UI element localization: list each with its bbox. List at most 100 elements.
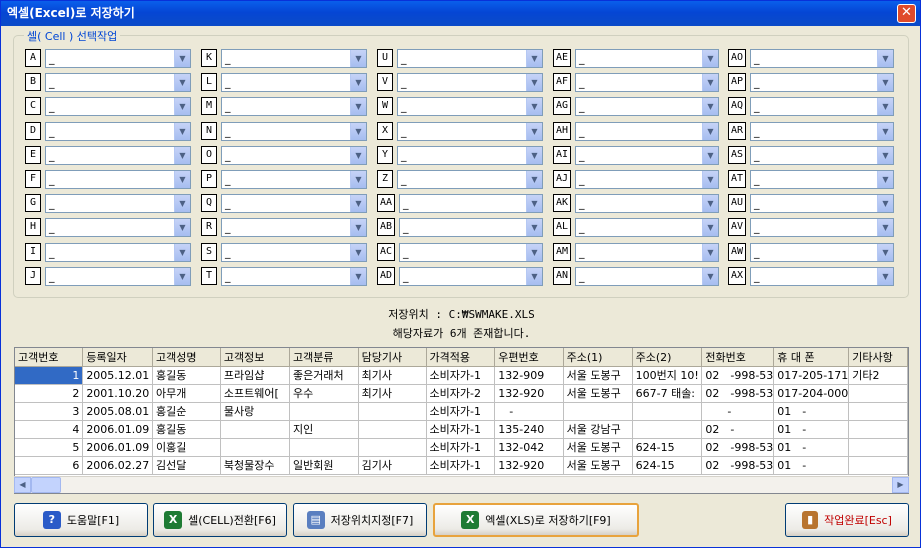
column-header[interactable]: 휴 대 폰 <box>773 348 850 367</box>
cell-combo-f[interactable]: _ ▼ <box>45 170 191 189</box>
table-cell[interactable]: 132-920 <box>494 456 564 475</box>
table-cell[interactable]: 이홍길 <box>152 438 221 457</box>
chevron-down-icon[interactable]: ▼ <box>702 243 718 261</box>
column-header[interactable]: 고객정보 <box>220 348 290 367</box>
table-cell[interactable]: 최기사 <box>358 366 427 385</box>
table-cell[interactable] <box>848 456 908 475</box>
cell-combo-a[interactable]: _ ▼ <box>45 49 191 68</box>
chevron-down-icon[interactable]: ▼ <box>877 98 893 116</box>
cell-combo-af[interactable]: _ ▼ <box>575 73 719 93</box>
table-cell[interactable]: 소비자가-1 <box>426 420 496 439</box>
chevron-down-icon[interactable]: ▼ <box>526 219 542 237</box>
cell-combo-aq[interactable]: _ ▼ <box>750 97 894 117</box>
column-header[interactable]: 고객성명 <box>152 348 221 367</box>
table-cell[interactable]: 02 -998-53 <box>701 366 775 385</box>
chevron-down-icon[interactable]: ▼ <box>350 122 366 140</box>
table-cell[interactable] <box>632 402 703 421</box>
cell-combo-u[interactable]: _ ▼ <box>397 49 543 68</box>
table-cell[interactable]: 홍길순 <box>152 402 221 421</box>
column-header[interactable]: 담당기사 <box>358 348 427 367</box>
table-cell[interactable]: 소비자가-1 <box>426 456 496 475</box>
chevron-down-icon[interactable]: ▼ <box>877 219 893 237</box>
chevron-down-icon[interactable]: ▼ <box>877 74 893 92</box>
cell-combo-o[interactable]: _ ▼ <box>221 145 367 165</box>
table-cell[interactable]: 2006.01.09 <box>82 420 154 439</box>
scroll-right-arrow-icon[interactable]: ▶ <box>892 477 909 493</box>
cell-combo-an[interactable]: _ ▼ <box>575 266 719 286</box>
cell-combo-ai[interactable]: _ ▼ <box>575 145 719 165</box>
cell-combo-q[interactable]: _ ▼ <box>221 194 367 214</box>
table-cell[interactable]: 02 - <box>701 420 775 439</box>
chevron-down-icon[interactable]: ▼ <box>526 195 542 213</box>
table-cell[interactable]: 017-205-171 <box>773 366 850 385</box>
chevron-down-icon[interactable]: ▼ <box>174 122 190 140</box>
table-cell[interactable]: 132-042 <box>494 438 564 457</box>
column-header[interactable]: 주소(1) <box>563 348 633 367</box>
table-cell[interactable]: 01 - <box>773 402 850 421</box>
chevron-down-icon[interactable]: ▼ <box>350 74 366 92</box>
cell-combo-h[interactable]: _ ▼ <box>45 218 191 238</box>
scroll-thumb[interactable] <box>31 477 61 493</box>
table-cell[interactable]: 01 - <box>773 438 850 457</box>
cell-combo-n[interactable]: _ ▼ <box>221 121 367 141</box>
cell-combo-r[interactable]: _ ▼ <box>221 218 367 238</box>
cell-combo-aw[interactable]: _ ▼ <box>750 242 894 262</box>
table-cell[interactable]: 김선달 <box>152 456 221 475</box>
column-header[interactable]: 고객번호 <box>15 348 84 367</box>
table-cell[interactable]: 2006.02.27 <box>82 456 154 475</box>
table-cell[interactable]: 624-15 <box>632 438 703 457</box>
table-row[interactable]: 1 2005.12.01 홍길동 프라임샵 좋은거래처 최기사 소비자가-1 132-909 서… <box>15 366 908 385</box>
table-row[interactable]: 4 2006.01.09 홍길동 지인 소비자가-1 135-240 서울 강남구 02 -0… <box>15 420 908 439</box>
table-cell[interactable]: 서울 강남구 <box>563 420 633 439</box>
table-cell[interactable]: 기타2 <box>848 366 908 385</box>
cell-combo-ao[interactable]: _ ▼ <box>750 49 894 68</box>
chevron-down-icon[interactable]: ▼ <box>702 74 718 92</box>
cell-combo-t[interactable]: _ ▼ <box>221 266 367 286</box>
cell-combo-s[interactable]: _ ▼ <box>221 242 367 262</box>
table-cell[interactable]: 1 <box>15 366 84 385</box>
column-header[interactable]: 등록일자 <box>82 348 154 367</box>
table-cell[interactable]: 우수 <box>289 384 359 403</box>
chevron-down-icon[interactable]: ▼ <box>877 50 893 67</box>
table-cell[interactable] <box>220 420 290 439</box>
table-cell[interactable]: 홍길동 <box>152 366 221 385</box>
table-cell[interactable] <box>358 438 427 457</box>
table-cell[interactable]: 667-7 태솔: <box>632 384 703 403</box>
cell-combo-d[interactable]: _ ▼ <box>45 121 191 141</box>
chevron-down-icon[interactable]: ▼ <box>174 243 190 261</box>
column-header[interactable]: 가격적용 <box>426 348 496 367</box>
cell-combo-ab[interactable]: _ ▼ <box>399 218 543 238</box>
chevron-down-icon[interactable]: ▼ <box>350 146 366 164</box>
chevron-down-icon[interactable]: ▼ <box>702 146 718 164</box>
horizontal-scrollbar[interactable]: ◀ ▶ <box>14 476 909 493</box>
table-cell[interactable]: 북청물장수 <box>220 456 290 475</box>
table-cell[interactable]: 아무개 <box>152 384 221 403</box>
cell-combo-av[interactable]: _ ▼ <box>750 218 894 238</box>
cell-combo-y[interactable]: _ ▼ <box>397 145 543 165</box>
table-cell[interactable]: 2006.01.09 <box>82 438 154 457</box>
table-cell[interactable]: 소프트웨어[ <box>220 384 290 403</box>
table-cell[interactable]: 2005.08.01 <box>82 402 154 421</box>
chevron-down-icon[interactable]: ▼ <box>526 171 542 188</box>
column-header[interactable]: 전화번호 <box>701 348 775 367</box>
cell-combo-aa[interactable]: _ ▼ <box>399 194 543 214</box>
cell-combo-g[interactable]: _ ▼ <box>45 194 191 214</box>
column-header[interactable]: 우편번호 <box>494 348 564 367</box>
chevron-down-icon[interactable]: ▼ <box>350 267 366 285</box>
chevron-down-icon[interactable]: ▼ <box>174 195 190 213</box>
table-cell[interactable] <box>848 402 908 421</box>
column-header[interactable]: 고객분류 <box>289 348 359 367</box>
chevron-down-icon[interactable]: ▼ <box>702 171 718 188</box>
table-cell[interactable] <box>848 384 908 403</box>
chevron-down-icon[interactable]: ▼ <box>350 243 366 261</box>
table-cell[interactable] <box>289 402 359 421</box>
cell-combo-ag[interactable]: _ ▼ <box>575 97 719 117</box>
cell-combo-c[interactable]: _ ▼ <box>45 97 191 117</box>
cell-combo-j[interactable]: _ ▼ <box>45 266 191 286</box>
cell-combo-ah[interactable]: _ ▼ <box>575 121 719 141</box>
table-cell[interactable]: 소비자가-2 <box>426 384 496 403</box>
table-cell[interactable]: 6 <box>15 456 84 475</box>
table-cell[interactable]: 4 <box>15 420 84 439</box>
chevron-down-icon[interactable]: ▼ <box>174 146 190 164</box>
chevron-down-icon[interactable]: ▼ <box>174 219 190 237</box>
